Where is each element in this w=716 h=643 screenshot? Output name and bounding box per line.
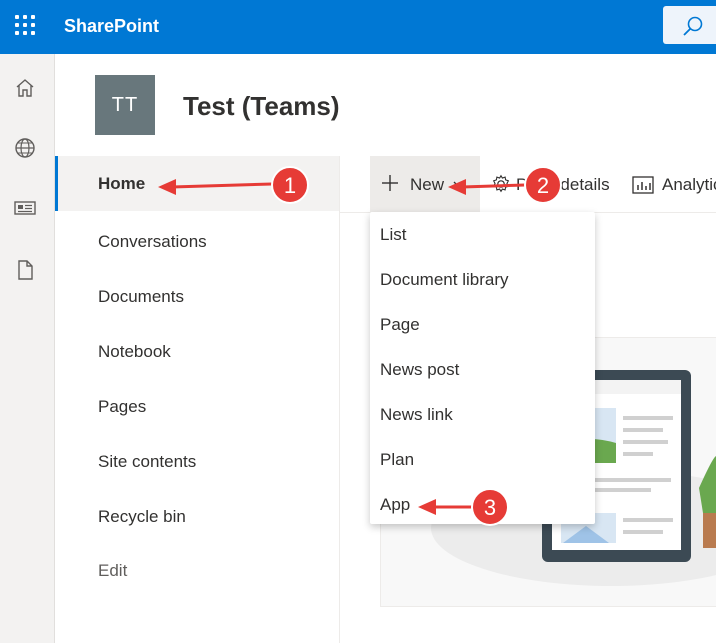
menu-item-label: News link bbox=[380, 405, 453, 424]
menu-item-label: Plan bbox=[380, 450, 415, 469]
globe-icon[interactable] bbox=[13, 136, 37, 160]
new-button-label: New bbox=[410, 175, 445, 194]
nav-item-documents[interactable]: Documents bbox=[55, 269, 339, 324]
menu-item-plan[interactable]: Plan bbox=[370, 437, 595, 482]
menu-item-label: App bbox=[380, 495, 411, 514]
site-logo[interactable]: TT bbox=[95, 75, 155, 135]
nav-item-home[interactable]: Home bbox=[55, 156, 339, 211]
search-icon bbox=[683, 16, 703, 36]
chevron-down-icon bbox=[453, 181, 465, 188]
menu-item-news-link[interactable]: News link bbox=[370, 392, 595, 437]
app-bar bbox=[0, 54, 55, 643]
menu-item-label: List bbox=[380, 225, 407, 244]
search-button[interactable] bbox=[663, 6, 716, 44]
menu-item-label: Page bbox=[380, 315, 420, 334]
nav-item-label: Edit bbox=[98, 561, 128, 580]
nav-item-label: Notebook bbox=[98, 342, 171, 361]
menu-item-app[interactable]: App bbox=[370, 482, 595, 527]
menu-item-label: News post bbox=[380, 360, 460, 379]
menu-item-list[interactable]: List bbox=[370, 212, 595, 257]
plus-icon bbox=[382, 175, 398, 191]
command-bar: New Page details Analytics bbox=[340, 156, 716, 213]
nav-item-recycle-bin[interactable]: Recycle bin bbox=[55, 489, 339, 544]
analytics-icon[interactable] bbox=[632, 175, 654, 195]
nav-item-label: Recycle bin bbox=[98, 507, 186, 526]
new-button[interactable]: New bbox=[370, 156, 480, 212]
menu-item-page[interactable]: Page bbox=[370, 302, 595, 347]
suite-bar: SharePoint bbox=[0, 0, 716, 54]
app-launcher-waffle-icon[interactable] bbox=[15, 15, 35, 35]
menu-item-label: Document library bbox=[380, 270, 509, 289]
home-icon[interactable] bbox=[13, 76, 37, 100]
nav-item-notebook[interactable]: Notebook bbox=[55, 324, 339, 379]
nav-item-label: Home bbox=[98, 174, 146, 193]
news-icon[interactable] bbox=[13, 196, 37, 220]
nav-item-label: Pages bbox=[98, 397, 147, 416]
nav-item-site-contents[interactable]: Site contents bbox=[55, 434, 339, 489]
nav-item-label: Documents bbox=[98, 287, 184, 306]
nav-edit-link[interactable]: Edit bbox=[55, 543, 339, 598]
site-navigation: Home Conversations Documents Notebook Pa… bbox=[55, 156, 340, 643]
menu-item-news-post[interactable]: News post bbox=[370, 347, 595, 392]
nav-item-pages[interactable]: Pages bbox=[55, 379, 339, 434]
nav-item-label: Site contents bbox=[98, 452, 197, 471]
page-details-button[interactable]: Page details bbox=[516, 175, 610, 195]
gear-icon[interactable] bbox=[490, 173, 512, 195]
site-title[interactable]: Test (Teams) bbox=[183, 91, 340, 122]
menu-item-document-library[interactable]: Document library bbox=[370, 257, 595, 302]
new-dropdown-menu: List Document library Page News post New… bbox=[370, 212, 595, 524]
nav-item-conversations[interactable]: Conversations bbox=[55, 214, 339, 269]
document-icon[interactable] bbox=[13, 258, 37, 282]
nav-item-label: Conversations bbox=[98, 232, 207, 251]
analytics-button[interactable]: Analytics bbox=[662, 175, 716, 195]
site-header: TT Test (Teams) bbox=[55, 54, 716, 156]
brand-title[interactable]: SharePoint bbox=[64, 15, 159, 37]
